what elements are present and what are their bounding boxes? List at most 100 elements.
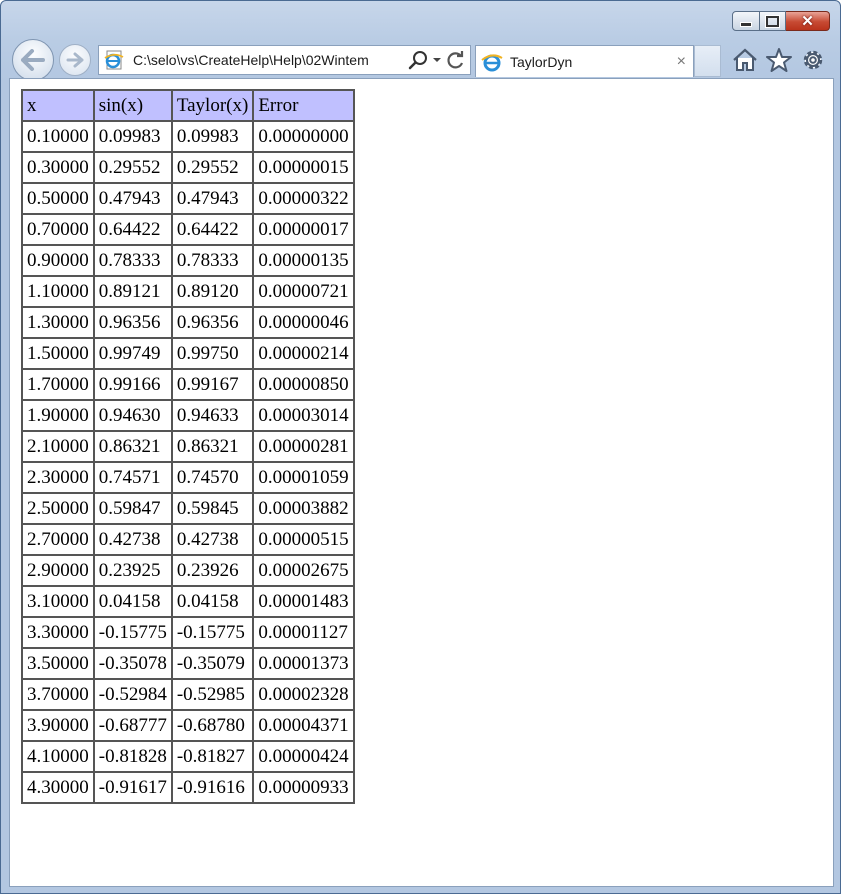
cell-x: 1.90000 bbox=[21, 399, 95, 432]
cell-error: 0.00000046 bbox=[252, 306, 355, 339]
home-button[interactable] bbox=[731, 46, 758, 73]
table-row: 4.10000 -0.81828 -0.81827 0.00000424 bbox=[21, 740, 355, 773]
cell-x: 2.70000 bbox=[21, 523, 95, 556]
cell-error: 0.00003882 bbox=[252, 492, 355, 525]
refresh-button[interactable] bbox=[446, 50, 466, 70]
cell-taylor: 0.59845 bbox=[170, 492, 255, 525]
cell-error: 0.00000424 bbox=[252, 740, 355, 773]
table-row: 1.30000 0.96356 0.96356 0.00000046 bbox=[21, 306, 355, 339]
search-icon bbox=[408, 51, 427, 70]
cell-error: 0.00000281 bbox=[252, 430, 355, 463]
cell-error: 0.00001059 bbox=[252, 461, 355, 494]
cell-sin: 0.29552 bbox=[92, 151, 173, 184]
table-row: 0.30000 0.29552 0.29552 0.00000015 bbox=[21, 151, 355, 184]
cell-x: 2.90000 bbox=[21, 554, 95, 587]
cell-sin: -0.81828 bbox=[92, 740, 173, 773]
tab-close-icon[interactable]: × bbox=[677, 53, 686, 71]
cell-x: 0.90000 bbox=[21, 244, 95, 277]
cell-error: 0.00000015 bbox=[252, 151, 355, 184]
address-dropdown-button[interactable] bbox=[432, 56, 442, 64]
cell-taylor: 0.64422 bbox=[170, 213, 255, 246]
cell-x: 0.10000 bbox=[21, 120, 95, 153]
cell-error: 0.00004371 bbox=[252, 709, 355, 742]
favorites-button[interactable] bbox=[765, 46, 792, 73]
search-button[interactable] bbox=[408, 50, 428, 70]
tools-button[interactable] bbox=[799, 46, 826, 73]
table-row: 2.90000 0.23925 0.23926 0.00002675 bbox=[21, 554, 355, 587]
cell-error: 0.00002675 bbox=[252, 554, 355, 587]
back-button[interactable] bbox=[12, 39, 54, 81]
page-content: x sin(x) Taylor(x) Error 0.10000 0.09983 0… bbox=[9, 78, 834, 887]
cell-x: 1.10000 bbox=[21, 275, 95, 308]
cell-error: 0.00001373 bbox=[252, 647, 355, 680]
cell-error: 0.00000933 bbox=[252, 771, 355, 804]
address-bar[interactable]: C:\selo\vs\CreateHelp\Help\02Wintem bbox=[98, 45, 471, 75]
ie-page-icon bbox=[104, 50, 124, 70]
address-url[interactable]: C:\selo\vs\CreateHelp\Help\02Wintem bbox=[133, 52, 393, 68]
gear-icon bbox=[803, 50, 822, 69]
forward-button[interactable] bbox=[59, 44, 91, 76]
close-icon: ✕ bbox=[801, 12, 814, 30]
cell-taylor: 0.29552 bbox=[170, 151, 255, 184]
cell-x: 0.50000 bbox=[21, 182, 95, 215]
cell-sin: 0.04158 bbox=[92, 585, 173, 618]
cell-sin: -0.15775 bbox=[92, 616, 173, 649]
cell-sin: 0.96356 bbox=[92, 306, 173, 339]
cell-sin: 0.99166 bbox=[92, 368, 173, 401]
cell-x: 0.70000 bbox=[21, 213, 95, 246]
tab-taylordyn[interactable]: TaylorDyn × bbox=[475, 45, 694, 77]
minimize-icon bbox=[740, 21, 752, 27]
cell-error: 0.00000515 bbox=[252, 523, 355, 556]
cell-taylor: 0.47943 bbox=[170, 182, 255, 215]
table-row: 3.70000 -0.52984 -0.52985 0.00002328 bbox=[21, 678, 355, 711]
table-row: 3.90000 -0.68777 -0.68780 0.00004371 bbox=[21, 709, 355, 742]
table-body: 0.10000 0.09983 0.09983 0.00000000 0.30000 0.… bbox=[21, 120, 355, 804]
cell-error: 0.00000135 bbox=[252, 244, 355, 277]
cell-sin: -0.91617 bbox=[92, 771, 173, 804]
cell-taylor: -0.68780 bbox=[170, 709, 255, 742]
cell-sin: 0.64422 bbox=[92, 213, 173, 246]
close-window-button[interactable]: ✕ bbox=[786, 11, 830, 31]
cell-taylor: -0.15775 bbox=[170, 616, 255, 649]
cell-error: 0.00000721 bbox=[252, 275, 355, 308]
cell-taylor: 0.94633 bbox=[170, 399, 255, 432]
table-row: 2.30000 0.74571 0.74570 0.00001059 bbox=[21, 461, 355, 494]
maximize-icon bbox=[766, 15, 779, 27]
cell-taylor: -0.81827 bbox=[170, 740, 255, 773]
cell-sin: 0.94630 bbox=[92, 399, 173, 432]
cell-sin: -0.68777 bbox=[92, 709, 173, 742]
cell-error: 0.00000017 bbox=[252, 213, 355, 246]
cell-taylor: 0.86321 bbox=[170, 430, 255, 463]
cell-sin: 0.99749 bbox=[92, 337, 173, 370]
table-row: 1.50000 0.99749 0.99750 0.00000214 bbox=[21, 337, 355, 370]
table-row: 1.90000 0.94630 0.94633 0.00003014 bbox=[21, 399, 355, 432]
table-row: 3.50000 -0.35078 -0.35079 0.00001373 bbox=[21, 647, 355, 680]
column-header-sin: sin(x) bbox=[92, 89, 173, 122]
cell-sin: 0.89121 bbox=[92, 275, 173, 308]
forward-arrow-icon bbox=[66, 52, 84, 68]
cell-sin: 0.42738 bbox=[92, 523, 173, 556]
home-icon bbox=[732, 48, 757, 71]
cell-sin: -0.35078 bbox=[92, 647, 173, 680]
cell-taylor: -0.35079 bbox=[170, 647, 255, 680]
cell-sin: 0.23925 bbox=[92, 554, 173, 587]
cell-x: 3.70000 bbox=[21, 678, 95, 711]
cell-x: 2.30000 bbox=[21, 461, 95, 494]
star-icon bbox=[765, 47, 792, 72]
cell-taylor: -0.52985 bbox=[170, 678, 255, 711]
cell-error: 0.00003014 bbox=[252, 399, 355, 432]
minimize-button[interactable] bbox=[732, 11, 760, 31]
column-header-error: Error bbox=[252, 89, 355, 122]
cell-sin: -0.52984 bbox=[92, 678, 173, 711]
column-header-x: x bbox=[21, 89, 95, 122]
table-row: 2.70000 0.42738 0.42738 0.00000515 bbox=[21, 523, 355, 556]
command-icons bbox=[731, 46, 826, 73]
cell-x: 3.30000 bbox=[21, 616, 95, 649]
refresh-icon bbox=[447, 51, 464, 69]
cell-sin: 0.86321 bbox=[92, 430, 173, 463]
cell-taylor: 0.09983 bbox=[170, 120, 255, 153]
new-tab-button[interactable] bbox=[694, 45, 721, 77]
cell-sin: 0.09983 bbox=[92, 120, 173, 153]
dropdown-arrow-icon bbox=[433, 58, 441, 62]
maximize-button[interactable] bbox=[760, 11, 786, 31]
